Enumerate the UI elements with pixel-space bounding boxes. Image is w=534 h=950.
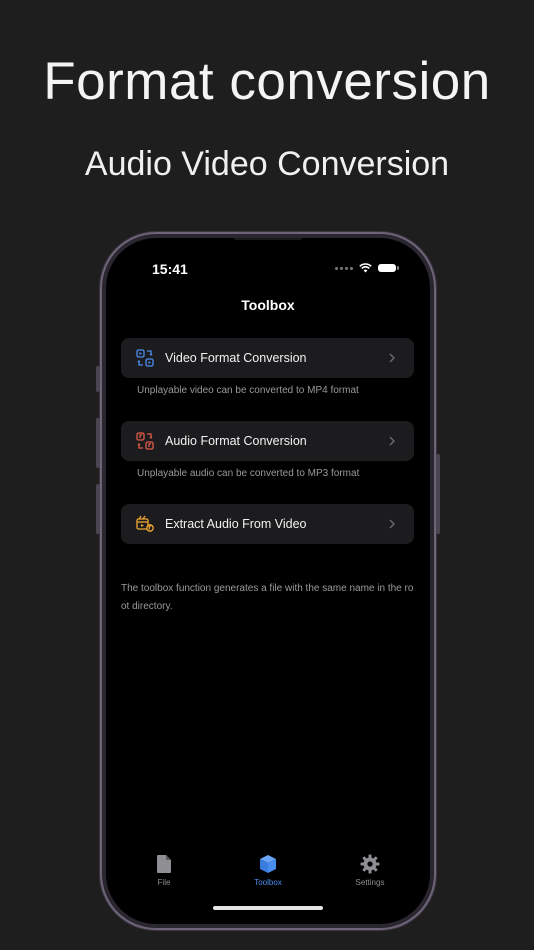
phone-power-button — [436, 454, 440, 534]
battery-icon — [378, 264, 399, 272]
promo-headline: Format conversion — [43, 52, 491, 111]
tab-label: File — [157, 878, 171, 887]
tab-file[interactable]: File — [124, 850, 204, 887]
chevron-right-icon — [388, 352, 398, 364]
tab-label: Settings — [355, 878, 385, 887]
tool-card-label: Video Format Conversion — [165, 351, 307, 365]
phone-volume-down-button — [96, 484, 100, 534]
extract-audio-icon — [136, 515, 154, 533]
toolbox-footer-note: The toolbox function generates a file wi… — [121, 583, 414, 612]
wifi-icon — [359, 263, 372, 273]
toolbox-cube-icon — [260, 855, 276, 873]
home-indicator[interactable] — [213, 906, 323, 910]
phone-side-button — [96, 366, 100, 392]
phone-screen: 15:41 Toolbox Video Format Conversion Un… — [106, 238, 430, 924]
audio-convert-icon — [136, 432, 154, 450]
tool-card-label: Extract Audio From Video — [165, 517, 307, 531]
tool-caption: Unplayable audio can be converted to MP3… — [137, 468, 360, 479]
promo-subheadline: Audio Video Conversion — [84, 145, 450, 183]
tool-caption: Unplayable video can be converted to MP4… — [137, 385, 359, 396]
tool-card-video-format-conversion[interactable]: Video Format Conversion — [121, 338, 414, 378]
tab-bar: File Toolbox Settings — [106, 850, 430, 894]
tool-card-audio-format-conversion[interactable]: Audio Format Conversion — [121, 421, 414, 461]
file-icon — [157, 855, 171, 873]
tool-card-label: Audio Format Conversion — [165, 434, 307, 448]
video-convert-icon — [136, 349, 154, 367]
chevron-right-icon — [388, 435, 398, 447]
tab-toolbox[interactable]: Toolbox — [228, 850, 308, 887]
tool-card-extract-audio-from-video[interactable]: Extract Audio From Video — [121, 504, 414, 544]
page-title: Toolbox — [241, 297, 295, 313]
chevron-right-icon — [388, 518, 398, 530]
status-icons — [335, 263, 399, 273]
cellular-signal-icon — [335, 266, 353, 270]
gear-icon — [360, 854, 380, 874]
tab-settings[interactable]: Settings — [330, 850, 410, 887]
tab-label: Toolbox — [254, 878, 282, 887]
status-bar: 15:41 — [106, 238, 430, 288]
phone-volume-up-button — [96, 418, 100, 468]
status-time: 15:41 — [152, 261, 188, 277]
